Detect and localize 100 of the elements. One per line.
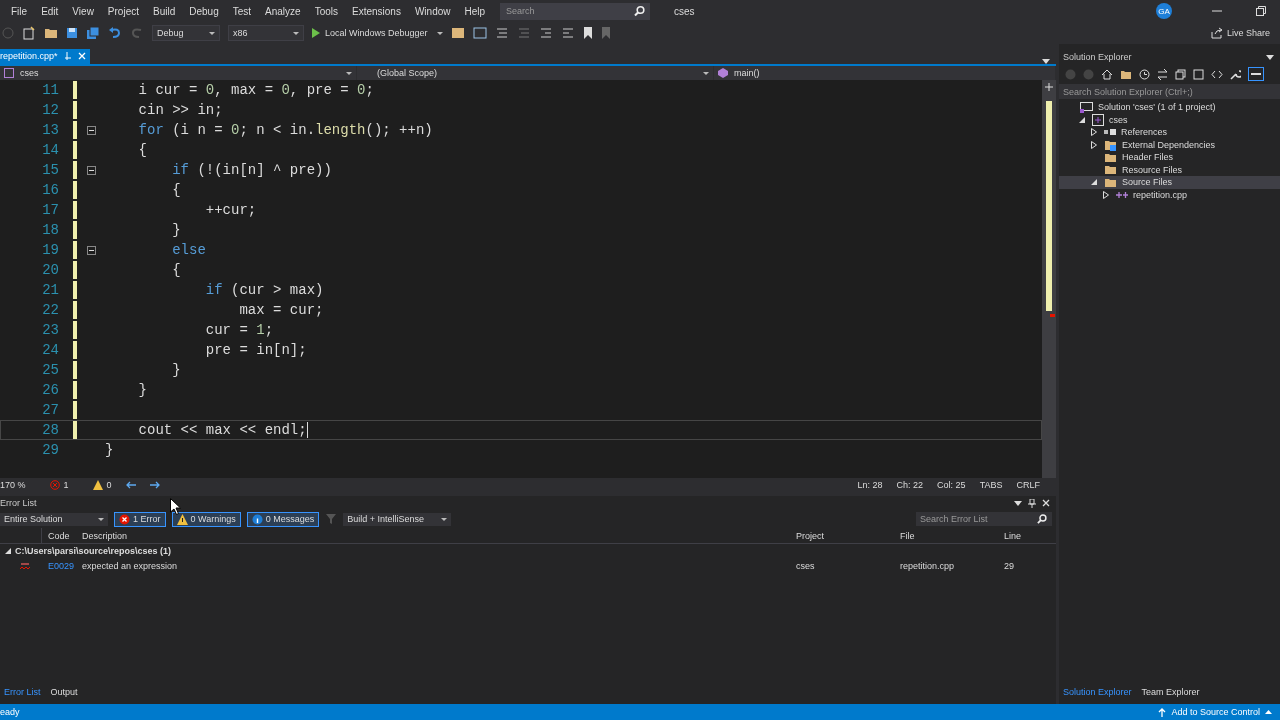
pin-icon[interactable]: [1028, 498, 1036, 508]
folder-icon[interactable]: [1120, 68, 1132, 80]
filter-toggle[interactable]: 0 Messages: [246, 511, 320, 527]
column-header[interactable]: File: [900, 530, 1004, 541]
code-icon[interactable]: [1211, 69, 1223, 79]
search-field[interactable]: Search: [500, 2, 651, 20]
toolbar-icon[interactable]: [494, 27, 509, 39]
error-code-link[interactable]: E0029: [42, 560, 76, 571]
back-arrow-icon[interactable]: [125, 481, 136, 489]
menu-item[interactable]: Test: [225, 3, 259, 19]
panel-tab[interactable]: Output: [46, 687, 82, 697]
collapse-icon[interactable]: [87, 165, 96, 175]
source-control-button[interactable]: Add to Source Control: [1158, 707, 1272, 717]
bookmark-icon[interactable]: [582, 27, 593, 39]
live-share-button[interactable]: Live Share: [1210, 27, 1270, 39]
tree-item[interactable]: External Dependencies: [1059, 138, 1280, 151]
expanded-arrow-icon[interactable]: [1079, 116, 1085, 123]
toolbar-icon[interactable]: [538, 27, 553, 39]
source-dropdown[interactable]: Build + IntelliSense: [343, 512, 452, 526]
tree-item[interactable]: Source Files: [1059, 176, 1280, 189]
panel-tab[interactable]: Solution Explorer: [1059, 687, 1136, 697]
search-field[interactable]: Search Solution Explorer (Ctrl+;): [1059, 84, 1280, 99]
tree-item[interactable]: cses: [1059, 113, 1280, 126]
solution-name: cses: [674, 5, 695, 17]
column-header[interactable]: Line: [1004, 530, 1034, 541]
dropdown-icon[interactable]: [1266, 54, 1274, 60]
sync-icon[interactable]: [1157, 68, 1168, 80]
tree-item[interactable]: Resource Files: [1059, 163, 1280, 176]
wrench-icon[interactable]: [1230, 68, 1241, 80]
collapsed-arrow-icon[interactable]: [1091, 128, 1097, 137]
panel-tab[interactable]: Team Explorer: [1137, 687, 1204, 697]
toolbar-icon[interactable]: [450, 27, 465, 39]
new-project-icon[interactable]: [22, 26, 36, 40]
collapse-icon[interactable]: [87, 125, 96, 135]
tree-item[interactable]: Solution 'cses' (1 of 1 project): [1059, 101, 1280, 114]
scrollbar[interactable]: [1042, 80, 1056, 478]
menu-item[interactable]: File: [4, 3, 35, 19]
start-debugging-button[interactable]: Local Windows Debugger: [312, 28, 443, 38]
line-number: 28: [41, 422, 59, 438]
collapsed-arrow-icon[interactable]: [1091, 140, 1097, 149]
split-icon[interactable]: [1045, 83, 1053, 91]
expanded-arrow-icon[interactable]: [5, 548, 11, 554]
collapse-all-icon[interactable]: [1175, 68, 1186, 80]
dropdown-icon[interactable]: [1042, 59, 1050, 64]
group-header[interactable]: C:\Users\parsi\source\repos\cses (1): [15, 546, 172, 556]
column-header[interactable]: Code: [42, 530, 76, 541]
close-icon[interactable]: [1042, 499, 1050, 507]
menu-item[interactable]: Debug: [182, 3, 226, 19]
menu-item[interactable]: Window: [407, 3, 458, 19]
column-header[interactable]: Project: [796, 530, 900, 541]
menu-item[interactable]: Project: [100, 3, 146, 19]
dropdown-icon[interactable]: [1014, 500, 1022, 506]
warning-icon: [92, 480, 103, 490]
indent-mode[interactable]: TABS: [979, 480, 1003, 490]
forward-arrow-icon[interactable]: [149, 481, 160, 489]
menu-item[interactable]: View: [65, 3, 101, 19]
save-all-icon[interactable]: [86, 26, 100, 40]
tree-item[interactable]: References: [1059, 126, 1280, 139]
line-number: 24: [41, 342, 59, 358]
filter-toggle[interactable]: 0 Warnings: [171, 511, 241, 527]
toolbar-icon[interactable]: [472, 27, 487, 39]
menu-item[interactable]: Extensions: [345, 3, 408, 19]
search-icon: [1037, 514, 1047, 524]
tree-item[interactable]: repetition.cpp: [1059, 188, 1280, 201]
files-icon[interactable]: [1193, 68, 1204, 80]
code-line: if (cur > max): [204, 282, 324, 298]
error-count[interactable]: 1: [49, 480, 69, 490]
menu-item[interactable]: Build: [146, 3, 183, 19]
save-icon[interactable]: [66, 27, 78, 39]
column-header[interactable]: Description: [76, 530, 796, 541]
expanded-arrow-icon[interactable]: [1091, 179, 1097, 186]
collapsed-arrow-icon[interactable]: [1103, 190, 1109, 199]
restore-icon[interactable]: [1256, 6, 1266, 16]
tree-item[interactable]: Header Files: [1059, 151, 1280, 164]
menu-item[interactable]: Help: [457, 3, 493, 19]
warning-count[interactable]: 0: [92, 480, 112, 490]
undo-icon[interactable]: [108, 27, 122, 39]
folder-icon[interactable]: [44, 27, 58, 39]
zoom-dropdown[interactable]: 170 %: [0, 480, 26, 490]
solution-icon: [1080, 101, 1093, 113]
collapse-icon[interactable]: [87, 245, 96, 255]
platform-dropdown[interactable]: x86: [228, 25, 304, 41]
line-ending[interactable]: CRLF: [1016, 480, 1040, 490]
clock-icon[interactable]: [1139, 68, 1150, 80]
preview-icon[interactable]: [1248, 67, 1264, 81]
info-icon: [251, 513, 263, 525]
home-icon[interactable]: [1101, 68, 1113, 80]
filter-toggle[interactable]: 1 Error: [114, 511, 166, 527]
menu-item[interactable]: Tools: [307, 3, 345, 19]
line-number: 29: [41, 442, 59, 458]
panel-tab[interactable]: Error List: [0, 687, 45, 697]
search-field[interactable]: Search Error List: [916, 512, 1052, 526]
table-cell-text: expected an expression: [81, 560, 179, 571]
menu-item[interactable]: Edit: [34, 3, 66, 19]
table-cell-text: repetition.cpp: [900, 560, 956, 571]
menu-item[interactable]: Analyze: [258, 3, 308, 19]
toolbar-icon[interactable]: [560, 27, 575, 39]
configuration-dropdown[interactable]: Debug: [152, 25, 220, 41]
scope-dropdown[interactable]: Entire Solution: [0, 512, 108, 526]
account-avatar[interactable]: GA: [1156, 3, 1172, 19]
